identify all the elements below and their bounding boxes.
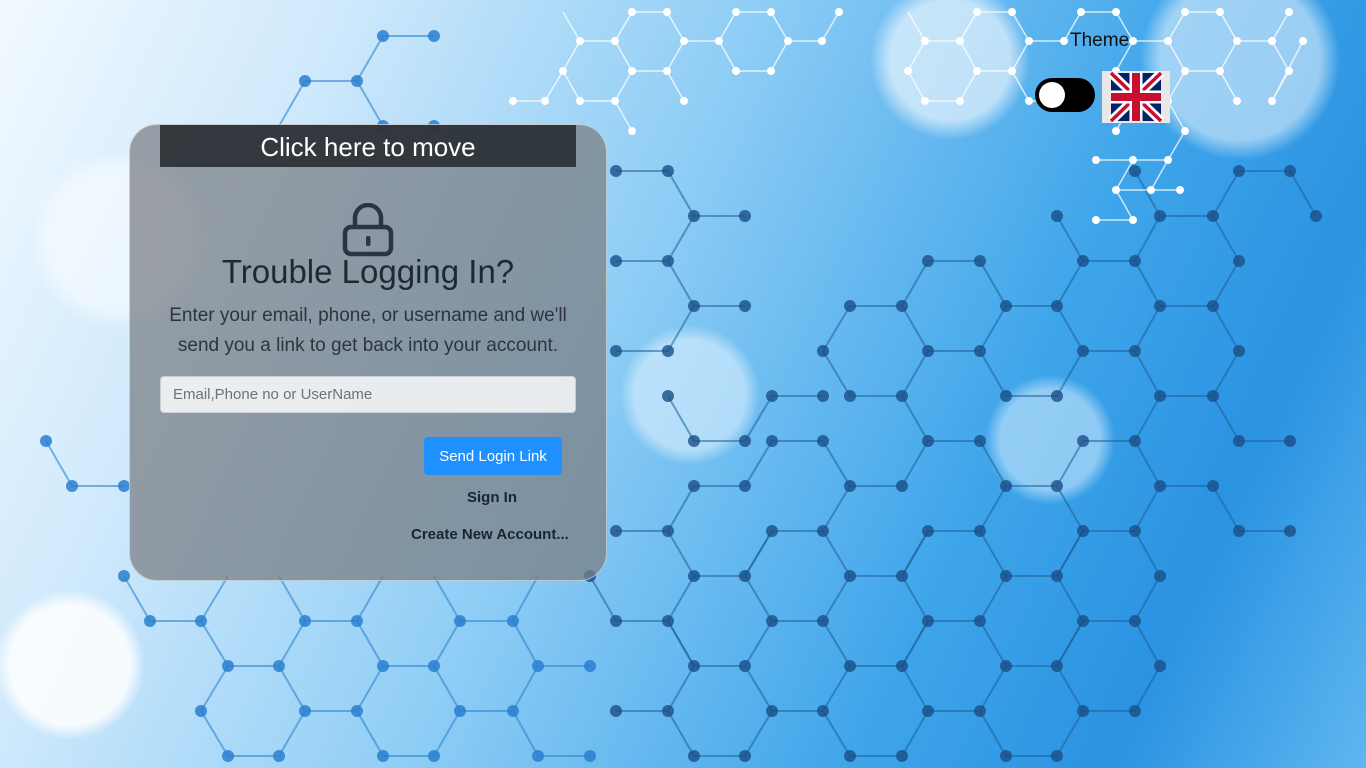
theme-toggle[interactable] (1035, 78, 1095, 112)
uk-flag-icon[interactable] (1102, 69, 1170, 125)
page-title: Trouble Logging In? (221, 253, 515, 290)
move-handle[interactable]: Click here to move (160, 125, 576, 167)
create-new-account-link[interactable]: Create New Account... (411, 526, 569, 543)
instructions-text: Enter your email, phone, or username and… (169, 305, 567, 356)
email-phone-username-input[interactable] (160, 376, 576, 413)
theme-label: Theme (1070, 30, 1130, 51)
uk-flag-graphic (1107, 69, 1165, 125)
send-login-link-button[interactable]: Send Login Link (424, 437, 562, 475)
sign-in-link[interactable]: Sign In (467, 489, 517, 506)
trouble-login-card: Click here to move Trouble Logging In? E… (129, 124, 607, 581)
theme-toggle-knob (1039, 82, 1065, 108)
